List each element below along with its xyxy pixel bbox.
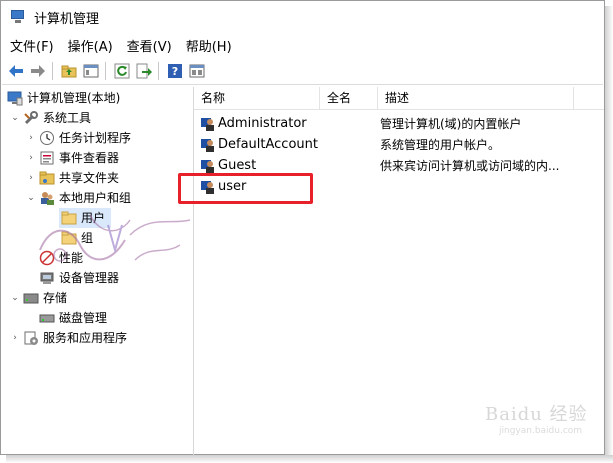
- properties-icon[interactable]: [187, 61, 207, 81]
- menu-action[interactable]: 操作(A): [61, 36, 120, 55]
- storage-icon: [23, 290, 39, 306]
- event-log-icon: [39, 150, 55, 166]
- chevron-right-icon[interactable]: ›: [25, 152, 37, 164]
- user-icon: [200, 116, 216, 132]
- tree-item-groups[interactable]: 组: [59, 228, 93, 248]
- folder-icon: [61, 210, 77, 226]
- svg-text:?: ?: [172, 65, 178, 78]
- list-item[interactable]: Administrator 管理计算机(域)的内置帐户: [194, 113, 576, 134]
- tree-item-storage[interactable]: ⌄ 存储: [9, 288, 67, 308]
- window-shadow: [605, 6, 613, 463]
- clock-icon: [39, 130, 55, 146]
- folder-icon: [61, 230, 77, 246]
- list-item[interactable]: DefaultAccount 系统管理的用户帐户。: [194, 134, 576, 155]
- performance-icon: [39, 250, 55, 266]
- user-icon: [200, 158, 216, 174]
- computer-management-icon: [7, 90, 23, 106]
- tree-item-users[interactable]: 用户: [59, 208, 111, 228]
- computer-management-icon: [10, 10, 26, 24]
- highlight-box: [178, 173, 313, 204]
- toolbar-separator: [52, 62, 53, 80]
- export-icon[interactable]: [134, 61, 154, 81]
- toolbar-separator: [158, 62, 159, 80]
- tree-item-event-viewer[interactable]: › 事件查看器: [25, 148, 119, 168]
- chevron-down-icon[interactable]: ⌄: [9, 292, 21, 304]
- menu-help[interactable]: 帮助(H): [179, 36, 239, 55]
- computer-management-window: 计算机管理 文件(F) 操作(A) 查看(V) 帮助(H) ? 计算机管理(本地…: [0, 0, 605, 455]
- tree-item-computer-management[interactable]: 计算机管理(本地): [5, 88, 120, 108]
- tree-item-task-scheduler[interactable]: › 任务计划程序: [25, 128, 131, 148]
- user-name: DefaultAccount: [218, 137, 318, 152]
- device-manager-icon: [39, 270, 55, 286]
- tree-item-disk-management[interactable]: 磁盘管理: [37, 308, 107, 328]
- chevron-down-icon[interactable]: ⌄: [9, 112, 21, 124]
- tree-item-performance[interactable]: 性能: [37, 248, 83, 268]
- back-icon[interactable]: [6, 61, 26, 81]
- users-list: 名称 全名 描述 Administrator 管理计算机(域)的内置帐户 Def…: [194, 87, 604, 455]
- user-description: 系统管理的用户帐户。: [380, 138, 501, 152]
- refresh-icon[interactable]: [112, 61, 132, 81]
- toolbar-separator: [105, 62, 106, 80]
- shared-folder-icon: [39, 170, 55, 186]
- list-header: 名称 全名 描述: [194, 87, 604, 110]
- column-header-description[interactable]: 描述: [378, 87, 574, 109]
- menu-file[interactable]: 文件(F): [2, 36, 61, 55]
- tree-item-system-tools[interactable]: ⌄ 系统工具: [9, 108, 91, 128]
- window-title: 计算机管理: [34, 11, 100, 27]
- column-header-fullname[interactable]: 全名: [320, 87, 378, 109]
- user-icon: [200, 137, 216, 153]
- chevron-right-icon[interactable]: ›: [25, 172, 37, 184]
- users-group-icon: [39, 190, 55, 206]
- disk-icon: [39, 310, 55, 326]
- menu-bar: 文件(F) 操作(A) 查看(V) 帮助(H): [2, 34, 603, 56]
- chevron-right-icon[interactable]: ›: [25, 132, 37, 144]
- show-hide-tree-icon[interactable]: [81, 61, 101, 81]
- forward-icon[interactable]: [28, 61, 48, 81]
- chevron-right-icon[interactable]: ›: [9, 332, 21, 344]
- user-description: 供来宾访问计算机或访问域的内...: [380, 159, 560, 173]
- menu-view[interactable]: 查看(V): [120, 36, 179, 55]
- title-bar: 计算机管理: [2, 2, 603, 32]
- up-folder-icon[interactable]: [59, 61, 79, 81]
- tools-icon: [23, 110, 39, 126]
- user-name: Guest: [218, 158, 257, 173]
- help-icon[interactable]: ?: [165, 61, 185, 81]
- navigation-tree: 计算机管理(本地) ⌄ 系统工具 › 任务计划程序 › 事件查看器 › 共享文件…: [2, 87, 194, 455]
- tree-item-local-users-groups[interactable]: ⌄ 本地用户和组: [25, 188, 131, 208]
- toolbar: ?: [2, 58, 603, 85]
- window-shadow: [6, 455, 613, 463]
- column-header-name[interactable]: 名称: [194, 87, 320, 109]
- user-name: Administrator: [218, 116, 307, 131]
- user-description: 管理计算机(域)的内置帐户: [380, 117, 522, 131]
- tree-item-shared-folders[interactable]: › 共享文件夹: [25, 168, 119, 188]
- chevron-down-icon[interactable]: ⌄: [25, 192, 37, 204]
- tree-item-services-apps[interactable]: › 服务和应用程序: [9, 328, 127, 348]
- tree-item-device-manager[interactable]: 设备管理器: [37, 268, 119, 288]
- services-icon: [23, 330, 39, 346]
